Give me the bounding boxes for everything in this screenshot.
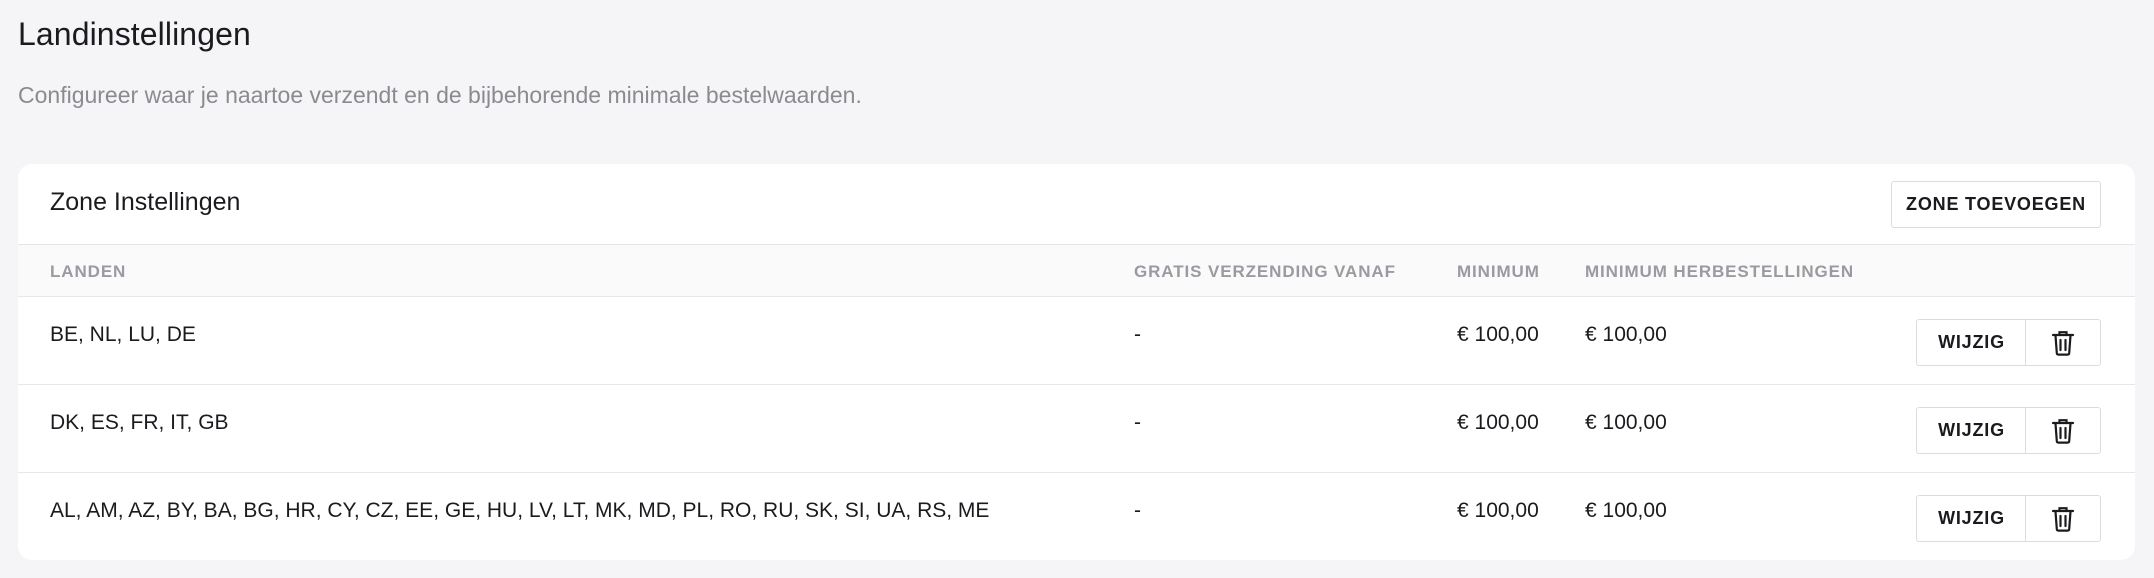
column-header-countries: LANDEN [50,262,127,281]
page-subtitle: Configureer waar je naartoe verzendt en … [18,82,862,108]
countries-cell: BE, NL, LU, DE [50,323,196,346]
table-row: AL, AM, AZ, BY, BA, BG, HR, CY, CZ, EE, … [18,473,2135,560]
free-shipping-cell: - [1134,411,1141,434]
free-shipping-cell: - [1134,499,1141,522]
trash-icon [2051,506,2075,532]
edit-button[interactable]: WIJZIG [1916,407,2026,454]
column-header-minimum-reorders: MINIMUM HERBESTELLINGEN [1585,262,1855,281]
delete-button[interactable] [2025,495,2101,542]
minimum-cell: € 100,00 [1457,411,1539,434]
edit-button[interactable]: WIJZIG [1916,495,2026,542]
column-header-free-shipping: GRATIS VERZENDING VANAF [1134,262,1396,281]
minimum-cell: € 100,00 [1457,323,1539,346]
add-zone-button[interactable]: ZONE TOEVOEGEN [1891,181,2101,228]
table-row: DK, ES, FR, IT, GB - € 100,00 € 100,00 W… [18,385,2135,473]
minimum-reorders-cell: € 100,00 [1585,411,1667,434]
delete-button[interactable] [2025,407,2101,454]
table-header: LANDEN GRATIS VERZENDING VANAF MINIMUM M… [18,245,2135,297]
trash-icon [2051,330,2075,356]
countries-cell: AL, AM, AZ, BY, BA, BG, HR, CY, CZ, EE, … [50,499,990,522]
card-title: Zone Instellingen [50,188,241,216]
card-header: Zone Instellingen ZONE TOEVOEGEN [18,164,2135,245]
zone-settings-page: Landinstellingen Configureer waar je naa… [0,0,2154,578]
zone-settings-card: Zone Instellingen ZONE TOEVOEGEN LANDEN … [18,164,2135,560]
minimum-reorders-cell: € 100,00 [1585,323,1667,346]
column-header-minimum: MINIMUM [1457,262,1540,281]
trash-icon [2051,418,2075,444]
table-row: BE, NL, LU, DE - € 100,00 € 100,00 WIJZI… [18,297,2135,385]
delete-button[interactable] [2025,319,2101,366]
countries-cell: DK, ES, FR, IT, GB [50,411,229,434]
minimum-cell: € 100,00 [1457,499,1539,522]
free-shipping-cell: - [1134,323,1141,346]
page-title: Landinstellingen [18,16,251,52]
edit-button[interactable]: WIJZIG [1916,319,2026,366]
minimum-reorders-cell: € 100,00 [1585,499,1667,522]
